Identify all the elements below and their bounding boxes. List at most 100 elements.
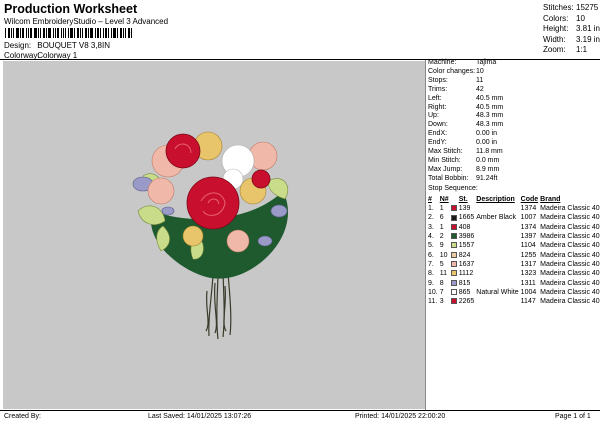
machine-info-row: Max Stitch: 11.8 mm — [428, 148, 503, 157]
barcode-bar — [27, 28, 29, 38]
barcode-bar — [120, 28, 122, 38]
thread-description — [476, 297, 520, 306]
machine-info-row: EndX: 0.00 in — [428, 130, 503, 139]
stop-index: 5. — [428, 242, 434, 250]
thread-description: Amber Black — [476, 214, 516, 222]
machine-info-value: 48.3 mm — [476, 112, 504, 120]
created-by: Created By: — [4, 413, 41, 420]
stop-sequence-title: Stop Sequence: — [428, 185, 478, 192]
stop-index: 1. — [428, 205, 434, 213]
thread-brand: Madeira Classic 40 — [540, 298, 600, 306]
colors-value: 10 — [576, 13, 585, 23]
machine-info-value: 91.24ft — [476, 174, 498, 182]
table-row[interactable]: 2. 6 1665 Amber Black 1007 Madeira Classic 40 — [428, 213, 600, 222]
swatch — [450, 260, 459, 269]
thread-description — [476, 250, 520, 259]
barcode-bar — [123, 28, 124, 38]
swatch — [450, 232, 459, 241]
machine-info-label: Right: — [428, 103, 447, 111]
table-row[interactable]: 3. 1 408 1374 Madeira Classic 40 — [428, 223, 600, 232]
thread-description — [476, 260, 520, 269]
machine-info-row: Left: 40.5 mm — [428, 95, 503, 104]
table-row[interactable]: 10. 7 865 Natural White 1004 Madeira Classic … — [428, 288, 600, 297]
design-preview-canvas[interactable] — [3, 61, 425, 409]
col-stitches: St. — [458, 196, 468, 203]
zoom-value: 1:1 — [576, 45, 588, 54]
color-swatch — [450, 270, 457, 277]
thread-brand: Madeira Classic 40 — [540, 279, 600, 287]
needle-number: 2 — [439, 233, 444, 241]
barcode-bar — [62, 28, 65, 38]
swatch — [450, 204, 459, 213]
table-row[interactable]: 11. 3 2265 1147 Madeira Classic 40 — [428, 297, 600, 306]
stitches-value: 15275 — [576, 3, 599, 12]
machine-info-label: Stops: — [428, 76, 448, 84]
design-stats: Stitches: 15275 Colors: 10 Height: 3.81 in … — [543, 3, 600, 56]
thread-brand: Madeira Classic 40 — [540, 223, 600, 231]
table-row[interactable]: 4. 2 3986 1397 Madeira Classic 40 — [428, 232, 600, 241]
barcode-bar — [70, 28, 74, 38]
barcode-bar — [103, 28, 105, 38]
col-swatch — [451, 195, 459, 204]
barcode — [5, 28, 133, 38]
thread-brand: Madeira Classic 40 — [540, 270, 600, 278]
panel-divider — [425, 60, 426, 410]
machine-info-value: 0.00 in — [476, 130, 498, 138]
thread-brand: Madeira Classic 40 — [540, 251, 600, 259]
stop-index: 4. — [428, 233, 434, 241]
page-number: Page 1 of 1 — [555, 413, 591, 420]
barcode-bar — [25, 28, 27, 38]
table-row[interactable]: 8. 11 1112 1323 Madeira Classic 40 — [428, 269, 600, 278]
machine-info-label: Trims: — [428, 85, 448, 93]
color-swatch — [450, 223, 457, 230]
color-swatch — [450, 233, 457, 240]
machine-info-row: Max Jump: 8.9 mm — [428, 166, 503, 175]
table-row[interactable]: 9. 8 815 1311 Madeira Classic 40 — [428, 278, 600, 287]
machine-info-value: 0.00 in — [476, 139, 498, 147]
barcode-bar — [39, 28, 41, 38]
stitch-count: 1557 — [458, 242, 475, 250]
stitch-count: 3986 — [458, 233, 475, 241]
printed-date: Printed: 14/01/2025 22:00:20 — [355, 413, 446, 420]
barcode-bar — [29, 28, 32, 38]
col-code: Code — [520, 196, 539, 203]
height-label: Height: — [543, 24, 569, 33]
table-row[interactable]: 6. 10 824 1255 Madeira Classic 40 — [428, 250, 600, 259]
machine-info-row: EndY: 0.00 in — [428, 139, 503, 148]
barcode-bar — [74, 28, 76, 38]
table-row[interactable]: 7. 5 1637 1317 Madeira Classic 40 — [428, 260, 600, 269]
height-value: 3.81 in — [575, 24, 600, 33]
stitch-count: 139 — [458, 205, 471, 213]
thread-code: 1317 — [520, 260, 537, 268]
swatch — [450, 213, 459, 222]
table-row[interactable]: 1. 1 139 1374 Madeira Classic 40 — [428, 204, 600, 213]
stop-sequence-header: # N# St. Description Code Brand — [428, 195, 600, 204]
needle-number: 9 — [439, 242, 444, 250]
thread-code: 1004 — [520, 288, 537, 296]
stitch-count: 1665 — [458, 214, 475, 222]
thread-code: 1311 — [520, 279, 536, 287]
barcode-bar — [45, 28, 47, 38]
thread-description — [476, 223, 520, 232]
machine-info-value: 0.0 mm — [476, 156, 500, 164]
machine-info-row: Stops: 11 — [428, 77, 503, 86]
header-divider — [0, 59, 600, 60]
thread-brand: Madeira Classic 40 — [540, 288, 600, 296]
machine-info-label: Down: — [428, 121, 448, 129]
machine-info-row: Machine: Tajima — [428, 59, 503, 68]
machine-info-row: Down: 48.3 mm — [428, 121, 503, 130]
needle-number: 7 — [439, 288, 444, 296]
barcode-bar — [60, 28, 62, 38]
barcode-bar — [10, 28, 12, 38]
thread-brand: Madeira Classic 40 — [540, 205, 600, 213]
thread-code: 1397 — [520, 233, 537, 241]
table-row[interactable]: 5. 9 1557 1104 Madeira Classic 40 — [428, 241, 600, 250]
thread-brand: Madeira Classic 40 — [540, 233, 600, 241]
color-swatch — [450, 205, 457, 212]
thread-description — [476, 204, 520, 213]
barcode-bar — [108, 28, 110, 38]
stop-index: 11. — [428, 298, 438, 306]
stitch-count: 865 — [458, 288, 471, 296]
machine-info-value: 11.8 mm — [476, 148, 503, 156]
thread-code: 1255 — [520, 251, 537, 259]
